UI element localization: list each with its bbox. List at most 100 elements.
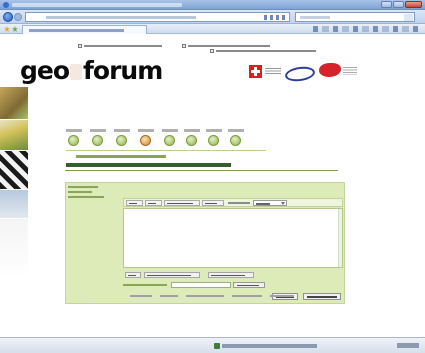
button-label xyxy=(129,203,137,204)
insert-table-button[interactable] xyxy=(208,272,254,278)
maximize-button[interactable] xyxy=(393,1,404,8)
security-zone-icon xyxy=(214,343,220,349)
nav-item-label xyxy=(206,129,222,132)
insert-image-button[interactable] xyxy=(144,272,200,278)
font-select[interactable] xyxy=(253,200,287,206)
url-text xyxy=(46,16,196,19)
nav-item-label xyxy=(184,129,200,132)
partner-text xyxy=(343,67,357,75)
nav-bullet-icon xyxy=(68,135,79,146)
security-zone-text xyxy=(222,344,317,348)
nav-item[interactable] xyxy=(228,129,244,151)
button-label xyxy=(167,203,193,204)
logo-text-geo: geo xyxy=(20,56,70,85)
nav-item-label xyxy=(162,129,178,132)
zoom-level[interactable] xyxy=(397,343,419,348)
link-icon xyxy=(182,44,186,48)
nav-item-active[interactable] xyxy=(138,129,154,151)
submit-button[interactable] xyxy=(303,293,341,300)
search-placeholder xyxy=(300,16,330,19)
top-link[interactable] xyxy=(78,43,162,49)
footer-link[interactable] xyxy=(232,295,262,297)
nav-item[interactable] xyxy=(90,129,106,151)
form-label xyxy=(68,191,92,193)
nav-bullet-icon xyxy=(164,135,175,146)
minimize-button[interactable] xyxy=(381,1,392,8)
partner-logos xyxy=(249,63,359,89)
nav-item-label xyxy=(138,129,154,132)
italic-button[interactable] xyxy=(145,200,162,206)
browser-logo-icon xyxy=(3,2,9,8)
footer-link[interactable] xyxy=(130,295,152,297)
favorites-star-icon[interactable] xyxy=(4,26,10,32)
tab-bar xyxy=(0,24,425,34)
url-input[interactable] xyxy=(25,12,290,22)
top-link-label xyxy=(84,45,162,47)
close-button[interactable] xyxy=(405,1,422,8)
post-form xyxy=(65,182,345,304)
form-label xyxy=(68,196,104,198)
underline-button[interactable] xyxy=(164,200,200,206)
file-label xyxy=(123,284,167,286)
attach-button[interactable] xyxy=(125,272,141,278)
nav-item-label xyxy=(114,129,130,132)
title-divider xyxy=(65,170,338,171)
chevron-down-icon xyxy=(281,202,285,205)
nav-item-label xyxy=(66,129,82,132)
partner-ring-logo-icon xyxy=(284,64,316,84)
link-button[interactable] xyxy=(202,200,224,206)
footer-link[interactable] xyxy=(186,295,224,297)
nav-bullet-icon xyxy=(230,135,241,146)
window-title xyxy=(12,3,182,7)
nav-item[interactable] xyxy=(114,129,130,151)
add-favorite-icon[interactable] xyxy=(12,26,18,32)
attachment-toolbar xyxy=(123,271,343,280)
sidebar-photo xyxy=(0,219,28,277)
address-bar xyxy=(0,10,425,24)
button-label xyxy=(307,296,337,298)
footer-link[interactable] xyxy=(160,295,178,297)
site-logo[interactable]: geo forum xyxy=(20,56,163,85)
refresh-stop-icons[interactable] xyxy=(264,15,286,20)
confederation-text xyxy=(265,68,281,74)
nav-bullet-icon xyxy=(140,135,151,146)
status-bar xyxy=(0,337,425,353)
back-button[interactable] xyxy=(3,12,13,22)
message-textarea[interactable] xyxy=(123,208,343,268)
bold-button[interactable] xyxy=(126,200,143,206)
nav-item[interactable] xyxy=(66,129,82,151)
sidebar-photo xyxy=(0,120,28,150)
swiss-flag-icon xyxy=(249,65,262,78)
footer-links xyxy=(130,294,300,300)
nav-bullet-icon xyxy=(92,135,103,146)
command-bar[interactable] xyxy=(313,26,421,32)
search-button[interactable] xyxy=(404,14,413,21)
font-select-value xyxy=(256,203,270,205)
link-icon xyxy=(78,44,82,48)
textarea-scrollbar[interactable] xyxy=(338,209,342,267)
top-link[interactable] xyxy=(210,48,316,54)
window-controls xyxy=(381,1,422,8)
link-icon xyxy=(210,49,214,53)
footer-link[interactable] xyxy=(270,295,294,297)
nav-divider xyxy=(66,150,266,151)
tab-geoforum[interactable] xyxy=(22,25,147,34)
page-title xyxy=(65,161,338,169)
nav-item-label xyxy=(90,129,106,132)
button-label xyxy=(237,285,259,286)
nav-bullet-icon xyxy=(208,135,219,146)
sidebar-photo xyxy=(0,151,28,189)
nav-item[interactable] xyxy=(206,129,222,151)
forward-button[interactable] xyxy=(14,13,22,21)
tab-title xyxy=(29,29,124,32)
breadcrumb[interactable] xyxy=(76,155,166,158)
nav-item[interactable] xyxy=(162,129,178,151)
main-nav xyxy=(66,129,256,151)
footer-divider xyxy=(90,301,340,302)
search-input[interactable] xyxy=(295,12,415,22)
nav-item[interactable] xyxy=(184,129,200,151)
top-links xyxy=(78,43,353,54)
file-path-input[interactable] xyxy=(171,282,231,288)
web-page: geo forum xyxy=(0,35,425,337)
browse-button[interactable] xyxy=(233,282,265,288)
